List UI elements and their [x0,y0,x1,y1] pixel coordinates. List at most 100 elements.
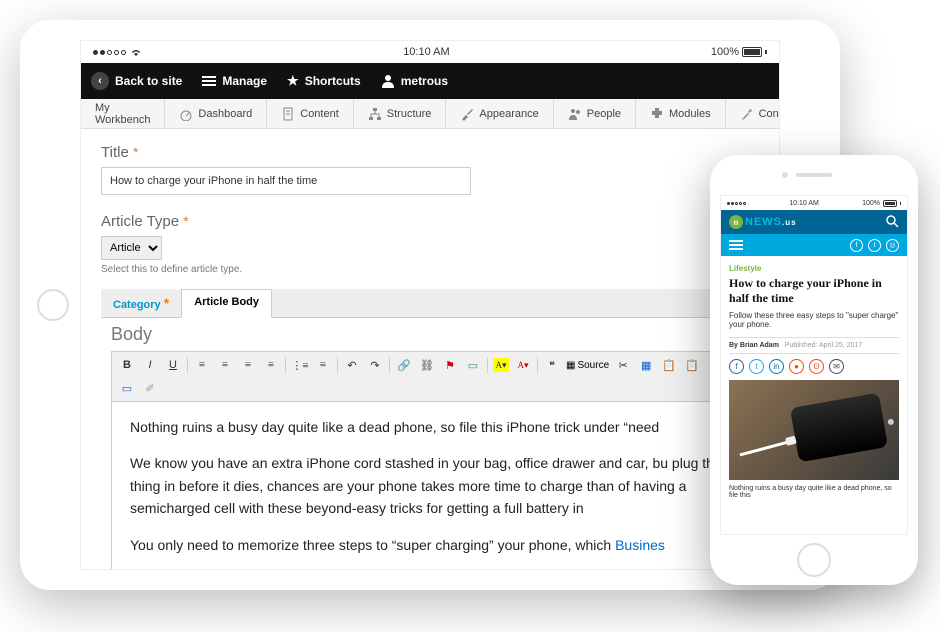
iphone-home-button[interactable] [797,543,831,577]
people-icon [568,107,582,121]
content-icon [281,107,295,121]
source-button[interactable]: ▦ Source [566,360,609,371]
article-hero-image [729,380,899,480]
bullet-list-button[interactable]: ⋮≡ [291,356,309,374]
article-deck: Follow these three easy steps to "super … [729,311,899,329]
tab-structure[interactable]: Structure [354,99,447,128]
article-edit-form: Title * Article Type * Article Select th… [81,129,779,570]
article-type-label: Article Type * [101,213,759,230]
ipad-screen: 10:10 AM 100% ‹ Back to site Manage ★ Sh… [80,40,780,570]
instagram-icon[interactable]: ◎ [886,239,899,252]
hamburger-icon [202,76,216,86]
shortcuts-label: Shortcuts [305,74,361,88]
clock: 10:10 AM [789,200,819,207]
ipad-home-button[interactable] [37,289,69,321]
admin-toolbar: ‹ Back to site Manage ★ Shortcuts metrou… [81,63,779,99]
tab-category[interactable]: Category * [101,289,181,317]
remove-format-button[interactable]: ✐ [141,379,159,397]
battery-percent: 100% [711,46,739,58]
paragraph: We know you have an extra iPhone cord st… [130,452,730,519]
iphone-speaker [796,173,832,177]
article-category[interactable]: Lifestyle [729,264,899,273]
article-type-help: Select this to define article type. [101,264,759,275]
tab-article-body[interactable]: Article Body [181,289,272,318]
iphone-camera [782,172,788,178]
link[interactable]: Busines [615,537,665,553]
align-justify-button[interactable]: ≡ [262,356,280,374]
unlink-button[interactable]: ⛓ [418,356,436,374]
align-left-button[interactable]: ≡ [193,356,211,374]
back-label: Back to site [115,74,182,88]
tab-people[interactable]: People [554,99,636,128]
shortcuts-button[interactable]: ★ Shortcuts [287,73,361,89]
link-button[interactable]: 🔗 [395,356,413,374]
paragraph: You only need to memorize three steps to… [130,534,730,556]
article-body-text: Nothing ruins a busy day quite like a de… [729,485,899,499]
tab-modules[interactable]: Modules [636,99,726,128]
share-twitter-icon[interactable]: t [749,359,764,374]
share-stumble-icon[interactable]: Ꙩ [809,359,824,374]
username-label: metrous [401,74,448,88]
user-menu-button[interactable]: metrous [381,74,448,88]
news-header: n NEWS.us [721,210,907,234]
article-type-select[interactable]: Article [101,236,162,260]
wifi-icon [130,47,142,57]
number-list-button[interactable]: ≡ [314,356,332,374]
anchor-button[interactable]: ⚑ [441,356,459,374]
star-icon: ★ [287,73,299,89]
facebook-icon[interactable]: f [850,239,863,252]
iphone-screen: 10:10 AM 100% n NEWS.us f t ◎ Lifestyle … [720,195,908,535]
quote-button[interactable]: ❝ [543,356,561,374]
dashboard-icon [179,107,193,121]
news-article: Lifestyle How to charge your iPhone in h… [721,256,907,507]
bgcolor-button[interactable]: A▾ [493,358,509,372]
align-right-button[interactable]: ≡ [239,356,257,374]
modules-icon [650,107,664,121]
copy-button[interactable]: ▦ [637,356,655,374]
back-to-site-button[interactable]: ‹ Back to site [91,72,182,90]
editor-toolbar: B I U ≡ ≡ ≡ ≡ ⋮≡ ≡ ↶ ↷ 🔗 ⛓ [112,352,748,402]
user-icon [381,74,395,88]
share-reddit-icon[interactable]: ● [789,359,804,374]
news-logo[interactable]: n NEWS.us [729,215,797,229]
battery-icon [742,47,762,57]
paragraph: Nothing ruins a busy day quite like a de… [130,416,730,438]
paste-button[interactable]: 📋 [660,356,678,374]
share-facebook-icon[interactable]: f [729,359,744,374]
undo-button[interactable]: ↶ [343,356,361,374]
image-button[interactable]: ▭ [464,356,482,374]
editor-content-area[interactable]: Nothing ruins a busy day quite like a de… [112,402,748,570]
share-linkedin-icon[interactable]: in [769,359,784,374]
teaser-break-button[interactable]: ▭ [118,379,136,397]
tab-configuration[interactable]: Configura [726,99,780,128]
redo-button[interactable]: ↷ [366,356,384,374]
clock: 10:10 AM [403,46,449,58]
italic-button[interactable]: I [141,356,159,374]
share-email-icon[interactable]: ✉ [829,359,844,374]
article-byline: By Brian Adam Published: April 25, 2017 [729,337,899,354]
bold-button[interactable]: B [118,356,136,374]
tab-appearance[interactable]: Appearance [446,99,553,128]
tab-my-workbench[interactable]: My Workbench [81,99,165,128]
hamburger-icon[interactable] [729,240,743,250]
share-buttons: f t in ● Ꙩ ✉ [729,359,899,374]
logo-icon: n [729,215,743,229]
manage-button[interactable]: Manage [202,74,267,88]
twitter-icon[interactable]: t [868,239,881,252]
wysiwyg-editor: B I U ≡ ≡ ≡ ≡ ⋮≡ ≡ ↶ ↷ 🔗 ⛓ [111,351,749,570]
tab-content[interactable]: Content [267,99,354,128]
content-subtabs: Category * Article Body [101,289,759,318]
cut-button[interactable]: ✂ [614,356,632,374]
search-icon[interactable] [885,214,899,231]
signal-dots-icon [727,202,746,205]
manage-label: Manage [222,74,267,88]
underline-button[interactable]: U [164,356,182,374]
align-center-button[interactable]: ≡ [216,356,234,374]
title-input[interactable] [101,167,471,195]
structure-icon [368,107,382,121]
tab-dashboard[interactable]: Dashboard [165,99,267,128]
social-icons: f t ◎ [850,239,899,252]
textcolor-button[interactable]: A▾ [514,356,532,374]
paste-text-button[interactable]: 📋 [683,356,701,374]
news-nav-bar: f t ◎ [721,234,907,256]
